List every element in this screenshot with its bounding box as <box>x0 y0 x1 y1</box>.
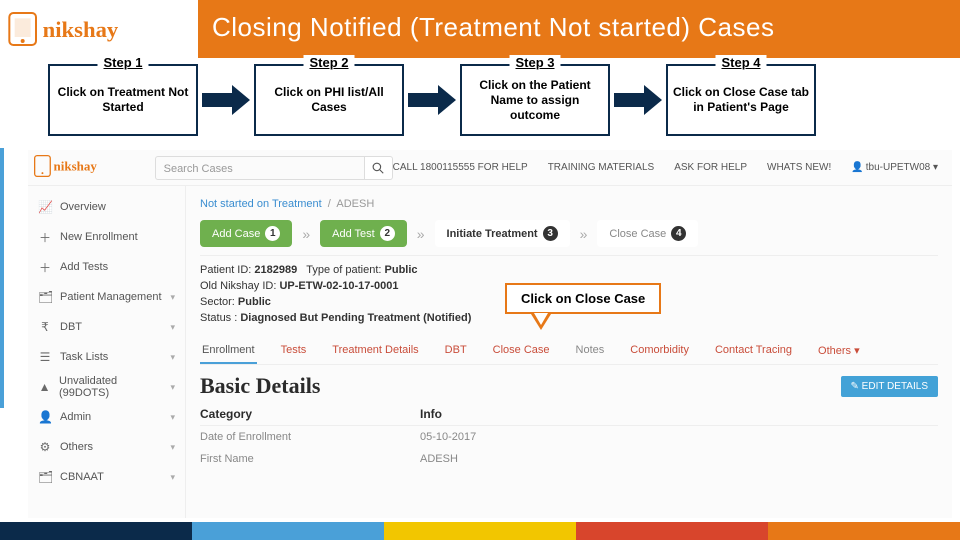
nav-whats-new[interactable]: WHATS NEW! <box>767 162 831 173</box>
callout: Click on Close Case <box>505 283 661 330</box>
list-icon: ☰ <box>38 350 52 364</box>
step-1: Step 1 Click on Treatment Not Started <box>48 64 198 136</box>
chevron-down-icon: ▾ <box>170 412 175 423</box>
tab-comorbidity[interactable]: Comorbidity <box>628 338 691 364</box>
chevron-down-icon: ▾ <box>170 292 175 303</box>
step-2: Step 2 Click on PHI list/All Cases <box>254 64 404 136</box>
detail-row: First Name ADESH <box>200 448 938 470</box>
sidebar-item-add-tests[interactable]: ＋Add Tests <box>28 252 185 282</box>
main-panel: Not started on Treatment / ADESH Add Cas… <box>186 186 952 518</box>
gear-icon: ⚙ <box>38 440 52 454</box>
details-header: Category Info <box>200 403 938 426</box>
slide-logo: nikshay <box>0 0 198 58</box>
patient-tabs: Enrollment Tests Treatment Details DBT C… <box>200 332 938 365</box>
section-header: Basic Details EDIT DETAILS <box>200 365 938 403</box>
sidebar-item-unvalidated[interactable]: ▲Unvalidated (99DOTS)▾ <box>28 372 185 402</box>
pill-add-test[interactable]: Add Test2 <box>320 220 407 247</box>
chevron-down-icon: ▾ <box>170 322 175 333</box>
tab-tests[interactable]: Tests <box>279 338 309 364</box>
sidebar-item-task-lists[interactable]: ☰Task Lists▾ <box>28 342 185 372</box>
pill-initiate-treatment[interactable]: Initiate Treatment3 <box>435 220 570 247</box>
step-2-text: Click on PHI list/All Cases <box>260 85 398 115</box>
svg-text:nikshay: nikshay <box>54 159 98 174</box>
steps-row: Step 1 Click on Treatment Not Started St… <box>0 58 960 140</box>
step-4-label: Step 4 <box>715 55 766 70</box>
chevron-down-icon: ▾ <box>170 382 175 393</box>
top-nav: CALL 1800115555 FOR HELP TRAINING MATERI… <box>393 162 952 173</box>
footer-bar <box>0 522 960 540</box>
nav-help-phone[interactable]: CALL 1800115555 FOR HELP <box>393 162 528 173</box>
edit-details-button[interactable]: EDIT DETAILS <box>841 376 939 397</box>
step-3-text: Click on the Patient Name to assign outc… <box>466 78 604 123</box>
arrow-icon <box>408 85 456 115</box>
nav-user[interactable]: tbu-UPETW08 ▾ <box>851 162 938 173</box>
search-wrap: Search Cases <box>155 156 393 180</box>
step-3: Step 3 Click on the Patient Name to assi… <box>460 64 610 136</box>
sidebar-item-cbnaat[interactable]: 🗂CBNAAT▾ <box>28 462 185 492</box>
workflow-pills: Add Case1 » Add Test2 » Initiate Treatme… <box>200 220 938 256</box>
step-4-text: Click on Close Case tab in Patient's Pag… <box>672 85 810 115</box>
step-1-text: Click on Treatment Not Started <box>54 85 192 115</box>
plus-icon: ＋ <box>38 229 52 246</box>
callout-text: Click on Close Case <box>505 283 661 314</box>
search-button[interactable] <box>365 156 393 180</box>
chevron-icon: » <box>302 226 310 242</box>
section-title: Basic Details <box>200 373 320 399</box>
app-logo: nikshay <box>28 153 155 182</box>
header: nikshay Closing Notified (Treatment Not … <box>0 0 960 58</box>
chevron-icon: » <box>417 226 425 242</box>
crumb-current: ADESH <box>336 198 374 210</box>
tab-others[interactable]: Others ▾ <box>816 338 862 364</box>
sidebar-item-dbt[interactable]: ₹DBT▾ <box>28 312 185 342</box>
pill-close-case[interactable]: Close Case4 <box>597 220 698 247</box>
tab-enrollment[interactable]: Enrollment <box>200 338 257 364</box>
step-3-label: Step 3 <box>509 55 560 70</box>
sidebar-item-admin[interactable]: 👤Admin▾ <box>28 402 185 432</box>
sidebar: 📈Overview ＋New Enrollment ＋Add Tests 🗂Pa… <box>28 186 186 518</box>
step-2-label: Step 2 <box>303 55 354 70</box>
folder-icon: 🗂 <box>38 470 52 484</box>
sidebar-item-patient-mgmt[interactable]: 🗂Patient Management▾ <box>28 282 185 312</box>
rupee-icon: ₹ <box>38 320 52 334</box>
slide-title: Closing Notified (Treatment Not started)… <box>198 0 960 58</box>
tab-close-case[interactable]: Close Case <box>491 338 552 364</box>
pill-add-case[interactable]: Add Case1 <box>200 220 292 247</box>
chevron-icon: » <box>580 226 588 242</box>
breadcrumb: Not started on Treatment / ADESH <box>200 194 938 220</box>
left-accent <box>0 148 4 408</box>
sidebar-item-overview[interactable]: 📈Overview <box>28 192 185 222</box>
plus-icon: ＋ <box>38 259 52 276</box>
chevron-down-icon: ▾ <box>170 352 175 363</box>
search-input[interactable]: Search Cases <box>155 156 365 180</box>
alert-icon: ▲ <box>38 380 51 394</box>
folder-icon: 🗂 <box>38 290 52 304</box>
callout-tail-icon <box>531 314 551 330</box>
nav-training[interactable]: TRAINING MATERIALS <box>548 162 655 173</box>
crumb-link[interactable]: Not started on Treatment <box>200 198 322 210</box>
tab-contact-tracing[interactable]: Contact Tracing <box>713 338 794 364</box>
chevron-down-icon: ▾ <box>170 472 175 483</box>
tab-dbt[interactable]: DBT <box>443 338 469 364</box>
app-screenshot: nikshay Search Cases CALL 1800115555 FOR… <box>28 150 952 518</box>
sidebar-item-others[interactable]: ⚙Others▾ <box>28 432 185 462</box>
user-icon: 👤 <box>38 410 52 424</box>
nav-ask-help[interactable]: ASK FOR HELP <box>674 162 747 173</box>
step-4: Step 4 Click on Close Case tab in Patien… <box>666 64 816 136</box>
dashboard-icon: 📈 <box>38 200 52 214</box>
detail-row: Date of Enrollment 05-10-2017 <box>200 426 938 448</box>
sidebar-item-new-enrollment[interactable]: ＋New Enrollment <box>28 222 185 252</box>
step-1-label: Step 1 <box>97 55 148 70</box>
svg-text:nikshay: nikshay <box>43 17 119 42</box>
chevron-down-icon: ▾ <box>170 442 175 453</box>
tab-treatment-details[interactable]: Treatment Details <box>330 338 420 364</box>
arrow-icon <box>202 85 250 115</box>
tab-notes[interactable]: Notes <box>574 338 607 364</box>
app-topbar: nikshay Search Cases CALL 1800115555 FOR… <box>28 150 952 186</box>
arrow-icon <box>614 85 662 115</box>
